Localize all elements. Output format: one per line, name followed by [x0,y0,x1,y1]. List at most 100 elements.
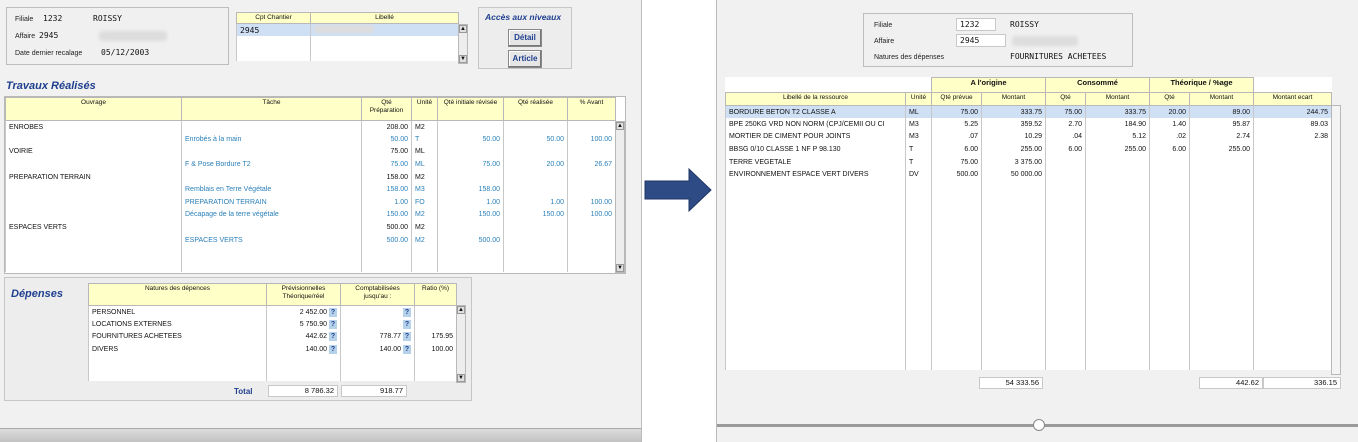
cell-ratio[interactable] [414,305,457,319]
cell-mont-orig[interactable]: 255.00 [981,143,1046,156]
cell-prev[interactable]: 5 750.90? [266,318,341,331]
cell-qte-realisee[interactable] [503,183,568,197]
col-montant-ecart[interactable]: Montant ecart [1253,92,1333,106]
cell-mont-cons[interactable]: 333.75 [1085,105,1150,119]
chantier-libelle[interactable] [310,23,459,37]
cell-qte-theo[interactable] [1149,155,1190,169]
cell-ecart[interactable] [1253,143,1333,156]
cell-tache[interactable] [181,145,362,159]
cell-mont-cons[interactable]: 255.00 [1085,143,1150,156]
cell-tache[interactable]: Remblais en Terre Végétale [181,183,362,197]
cell-lib[interactable]: TERRE VEGETALE [725,155,906,169]
cell-qte-realisee[interactable] [503,233,568,247]
help-icon[interactable]: ? [329,332,337,342]
table-row[interactable] [725,181,1333,194]
cell-lib[interactable]: BBSG 0/10 CLASSE 1 NF P 98.130 [725,143,906,156]
cell-mont-orig[interactable]: 10.29 [981,130,1046,144]
cell-qte-preparation[interactable]: 500.00 [361,221,412,234]
col-qte-prevue[interactable]: Qté prévue [931,92,982,106]
table-row[interactable]: ESPACES VERTS 500.00 M2 500.00 [5,233,616,247]
table-row[interactable] [725,294,1333,307]
table-row[interactable] [5,246,616,260]
table-row[interactable]: ENROBES 208.00 M2 [5,120,616,134]
cell-qte-realisee[interactable]: 20.00 [503,158,568,171]
cell-qte-initiale[interactable]: 50.00 [437,133,504,146]
cell-tache[interactable] [181,170,362,184]
cell-unite[interactable]: ML [411,145,438,159]
cell-unite[interactable]: M3 [411,183,438,197]
article-button[interactable]: Article [508,50,542,68]
cell-mont-cons[interactable] [1085,155,1150,169]
cell-unite[interactable]: T [905,155,932,169]
cell-qte-realisee[interactable] [503,120,568,134]
cell-qte-preparation[interactable]: 158.00 [361,183,412,197]
table-row[interactable] [725,193,1333,207]
table-row[interactable]: 2945 [236,23,459,37]
cell-qte-preparation[interactable]: 500.00 [361,233,412,247]
cell-prev[interactable]: 140.00? [266,343,341,356]
cell-qte-prev[interactable]: 6.00 [931,143,982,156]
cell-qte-cons[interactable]: 2.70 [1045,118,1086,131]
col-previsionnelles[interactable]: Prévisionnelles Théorique/réel [266,283,341,306]
cell-unite[interactable]: T [411,133,438,146]
table-row[interactable]: VOIRIE 75.00 ML [5,145,616,159]
cell-qte-initiale[interactable]: 1.00 [437,196,504,209]
table-row[interactable]: BORDURE BETON T2 CLASSE A ML 75.00 333.75 75… [725,105,1333,119]
cell-unite[interactable]: DV [905,168,932,182]
cell-qte-cons[interactable]: 75.00 [1045,105,1086,119]
col-libelle[interactable]: Libellé [310,12,459,24]
cell-mont-theo[interactable] [1188,155,1255,169]
cell-avant[interactable] [567,221,616,234]
cell-avant[interactable] [567,183,616,197]
cell-unite[interactable]: M2 [411,170,438,184]
cell-ecart[interactable] [1253,155,1333,169]
cell-avant[interactable]: 100.00 [567,208,616,222]
cell-mont-theo[interactable]: 255.00 [1188,143,1255,156]
help-icon[interactable]: ? [403,345,411,355]
cell-ratio[interactable] [414,318,457,331]
cell-compta[interactable]: 778.77? [340,330,415,344]
depenses-scrollbar[interactable]: ▲ ▼ [456,305,466,383]
cell-qte-realisee[interactable] [503,145,568,159]
chantier-code[interactable]: 2945 [236,23,311,37]
col-cpt-chantier[interactable]: Cpt Chantier [236,12,311,24]
cell-mont-orig[interactable]: 50 000.00 [981,168,1046,182]
table-row[interactable]: TERRE VEGETALE T 75.00 3 375.00 [725,155,1333,169]
col-unite[interactable]: Unité [905,92,932,106]
cell-qte-realisee[interactable] [503,221,568,234]
chantier-scrollbar[interactable]: ▲ ▼ [458,24,468,64]
cell-qte-prev[interactable]: 75.00 [931,155,982,169]
cell-ouvrage[interactable]: VOIRIE [5,145,182,159]
cell-tache[interactable] [181,221,362,234]
cell-ouvrage[interactable]: ENROBES [5,120,182,134]
cell-qte-initiale[interactable] [437,145,504,159]
cell-qte-prev[interactable]: 500.00 [931,168,982,182]
scroll-up-icon[interactable]: ▲ [457,306,465,314]
cell-qte-initiale[interactable]: 75.00 [437,158,504,171]
table-row[interactable]: ESPACES VERTS 500.00 M2 [5,221,616,234]
cell-tache[interactable]: Décapage de la terre végétale [181,208,362,222]
cell-qte-theo[interactable] [1149,168,1190,182]
cell-qte-preparation[interactable]: 75.00 [361,158,412,171]
table-row[interactable] [725,307,1333,320]
cell-unite[interactable]: FO [411,196,438,209]
cell-mont-orig[interactable]: 3 375.00 [981,155,1046,169]
help-icon[interactable]: ? [403,319,411,329]
cell-qte-prev[interactable]: .07 [931,130,982,144]
cell-compta[interactable]: ? [340,318,415,331]
col-montant-origine[interactable]: Montant [981,92,1046,106]
cell-mont-orig[interactable]: 359.52 [981,118,1046,131]
table-row[interactable] [725,281,1333,295]
depenses-table[interactable]: Natures des dépences Prévisionnelles Thé… [88,283,470,399]
cell-compta[interactable]: 140.00? [340,343,415,356]
cell-mont-cons[interactable]: 184.90 [1085,118,1150,131]
cell-lib[interactable]: BORDURE BETON T2 CLASSE A [725,105,906,119]
cell-compta[interactable]: ? [340,305,415,319]
cell-ratio[interactable]: 175.95 [414,330,457,344]
cell-mont-theo[interactable] [1188,168,1255,182]
cell-unite[interactable]: M2 [411,208,438,222]
table-row[interactable] [88,355,457,369]
cell-avant[interactable] [567,120,616,134]
cell-qte-realisee[interactable]: 1.00 [503,196,568,209]
cell-lib[interactable]: MORTIER DE CIMENT POUR JOINTS [725,130,906,144]
